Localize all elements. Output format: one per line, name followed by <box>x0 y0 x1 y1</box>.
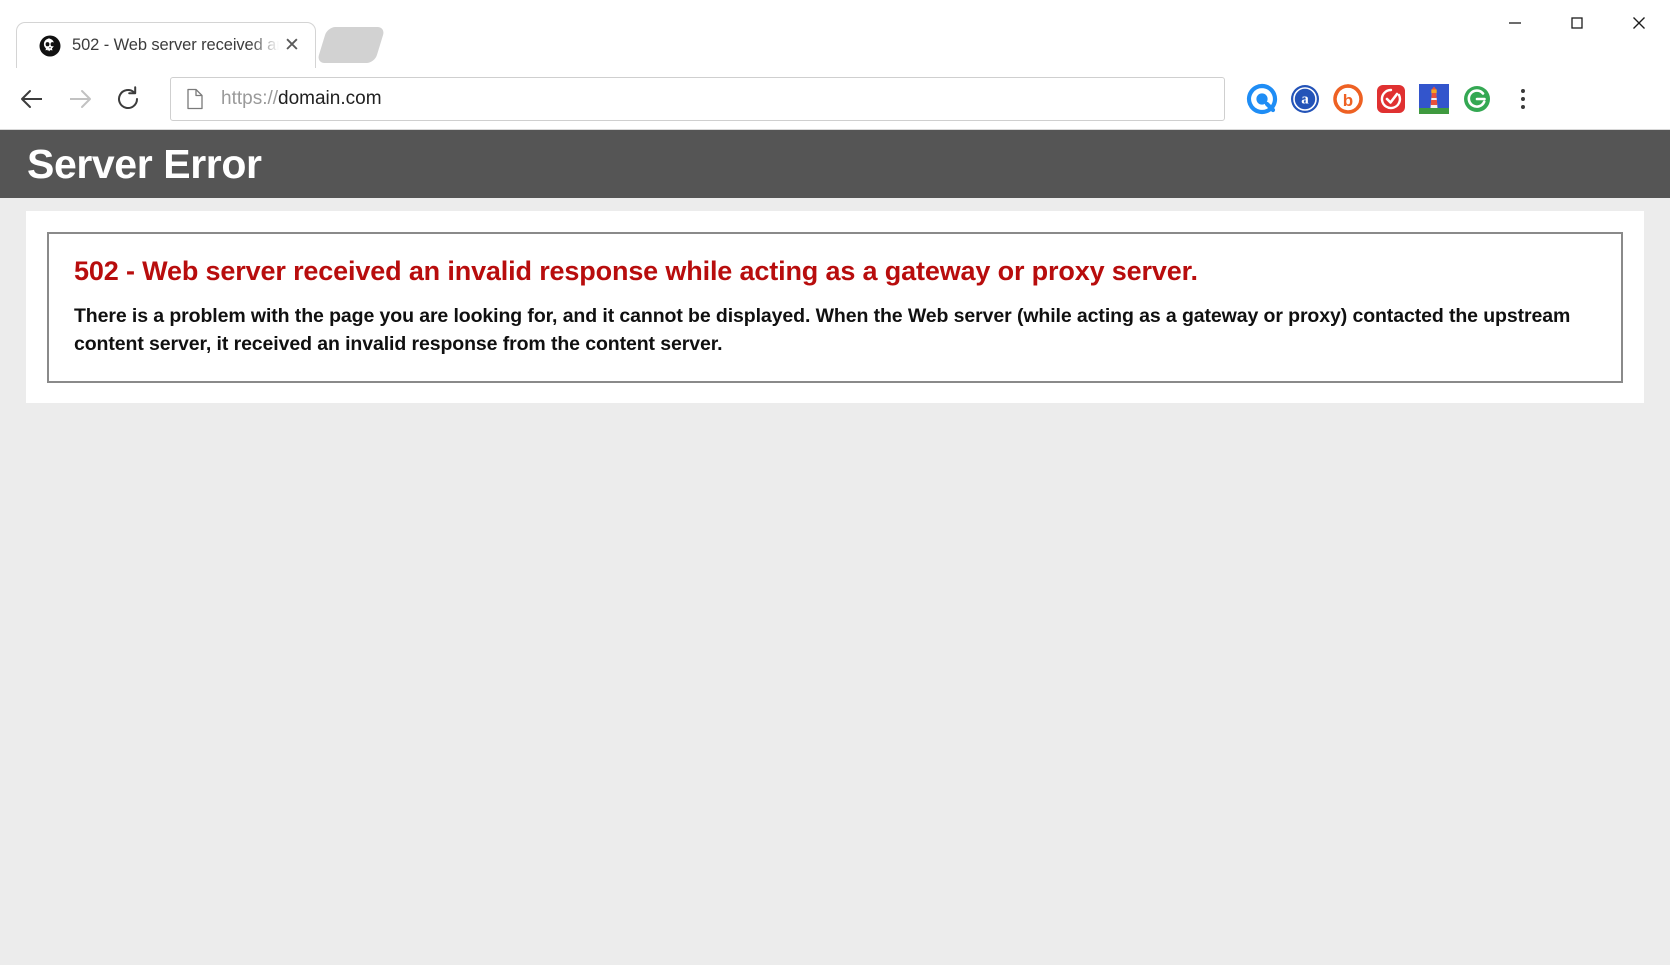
menu-dot <box>1521 96 1525 101</box>
page-viewport: Server Error 502 - Web server received a… <box>0 130 1670 965</box>
address-bar[interactable]: https://domain.com <box>170 76 1225 121</box>
svg-text:a: a <box>1301 91 1309 107</box>
tab-strip: 502 - Web server received an invalid res… <box>0 0 386 68</box>
chrome-menu-button[interactable] <box>1504 78 1542 120</box>
grammarly-extension-icon[interactable] <box>1460 82 1494 116</box>
new-tab-button[interactable] <box>316 27 386 63</box>
q-search-extension-icon[interactable] <box>1245 82 1279 116</box>
back-button[interactable] <box>8 75 56 123</box>
amazon-assistant-extension-icon[interactable]: a <box>1288 82 1322 116</box>
content-container: 502 - Web server received an invalid res… <box>26 211 1644 403</box>
url-host: domain.com <box>278 87 382 109</box>
tab-title: 502 - Web server received an invalid res… <box>72 36 279 54</box>
close-button[interactable] <box>1608 0 1670 46</box>
checkmark-extension-icon[interactable] <box>1374 82 1408 116</box>
maximize-button[interactable] <box>1546 0 1608 46</box>
tab-close-icon[interactable]: ✕ <box>279 33 305 59</box>
page-title: Server Error <box>27 140 262 187</box>
extension-tray: a b <box>1245 82 1494 116</box>
window-controls <box>1484 0 1670 46</box>
skull-icon <box>39 35 61 57</box>
document-icon <box>185 88 205 110</box>
error-heading: 502 - Web server received an invalid res… <box>74 256 1198 286</box>
url-scheme: https:// <box>221 87 279 109</box>
minimize-button[interactable] <box>1484 0 1546 46</box>
reload-button[interactable] <box>104 75 152 123</box>
menu-dot <box>1521 104 1525 109</box>
bitly-extension-icon[interactable]: b <box>1331 82 1365 116</box>
svg-text:b: b <box>1343 91 1353 110</box>
address-bar-text: https://domain.com <box>221 88 382 110</box>
forward-button <box>56 75 104 123</box>
browser-window: 502 - Web server received an invalid res… <box>0 0 1670 965</box>
error-message-box: 502 - Web server received an invalid res… <box>47 232 1623 383</box>
lighthouse-extension-icon[interactable] <box>1417 82 1451 116</box>
browser-toolbar: https://domain.com a b <box>0 68 1670 130</box>
menu-dot <box>1521 88 1525 93</box>
title-bar: 502 - Web server received an invalid res… <box>0 0 1670 68</box>
page-banner: Server Error <box>0 130 1670 198</box>
browser-tab-active[interactable]: 502 - Web server received an invalid res… <box>16 22 316 68</box>
error-description: There is a problem with the page you are… <box>74 305 1571 356</box>
